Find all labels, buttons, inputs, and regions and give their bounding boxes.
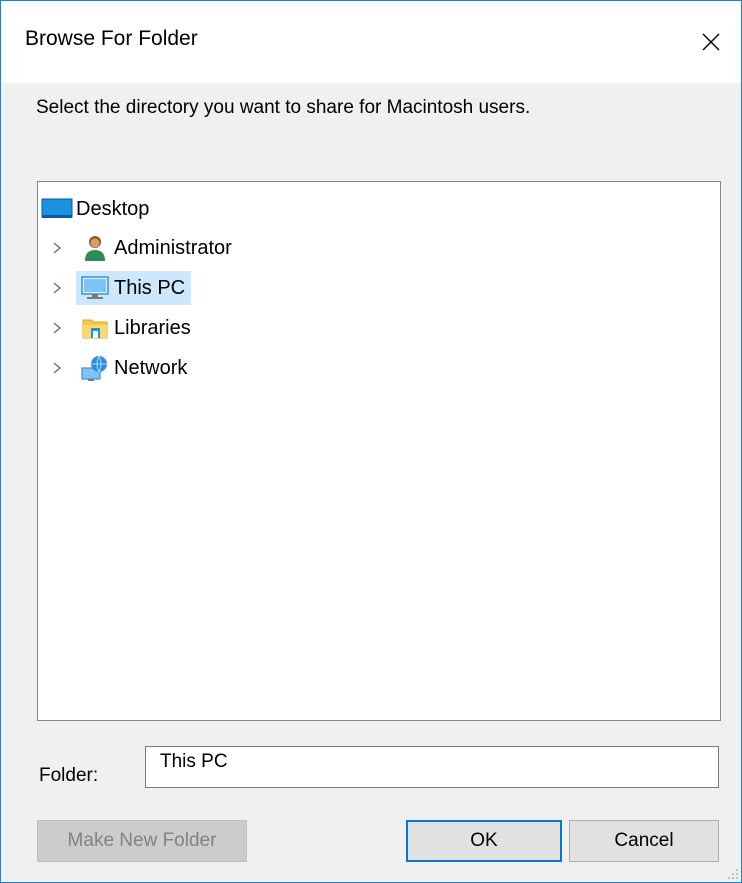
folder-tree[interactable]: Desktop Administrator This PC Libraries … [37, 181, 721, 721]
ok-button[interactable]: OK [406, 820, 562, 862]
tree-item-label: Libraries [114, 316, 191, 339]
folder-field-label: Folder: [39, 765, 99, 786]
tree-item-label: Desktop [76, 197, 150, 220]
tree-item-label: Administrator [114, 236, 232, 259]
cancel-button[interactable]: Cancel [569, 820, 719, 862]
chevron-right-icon [53, 322, 62, 334]
libraries-icon [76, 311, 114, 345]
chevron-right-icon [53, 362, 62, 374]
title-bar[interactable]: Browse For Folder [1, 1, 741, 83]
folder-input[interactable] [145, 746, 719, 788]
tree-item-label: Network [114, 356, 188, 379]
tree-item-this-pc[interactable]: This PC [76, 271, 192, 305]
expand-chevron-libraries[interactable] [50, 311, 64, 345]
chevron-right-icon [53, 282, 62, 294]
tree-item-libraries[interactable]: Libraries [76, 311, 197, 345]
expand-chevron-network[interactable] [50, 351, 64, 385]
user-icon [76, 231, 114, 265]
tree-item-network[interactable]: Network [76, 351, 193, 385]
tree-item-administrator[interactable]: Administrator [76, 231, 238, 265]
browse-for-folder-dialog: Browse For Folder Select the directory y… [0, 0, 742, 883]
close-icon [702, 33, 720, 51]
resize-grip-icon[interactable] [725, 866, 739, 880]
make-new-folder-button[interactable]: Make New Folder [37, 820, 247, 862]
tree-item-desktop[interactable]: Desktop [38, 192, 155, 226]
instruction-text: Select the directory you want to share f… [36, 97, 531, 118]
expand-chevron-this-pc[interactable] [50, 271, 64, 305]
tree-item-label: This PC [114, 276, 186, 299]
computer-icon [76, 271, 114, 305]
expand-chevron-administrator[interactable] [50, 231, 64, 265]
close-button[interactable] [681, 1, 741, 83]
network-icon [76, 351, 114, 385]
chevron-right-icon [53, 242, 62, 254]
dialog-title: Browse For Folder [25, 27, 198, 50]
desktop-icon [38, 192, 76, 226]
